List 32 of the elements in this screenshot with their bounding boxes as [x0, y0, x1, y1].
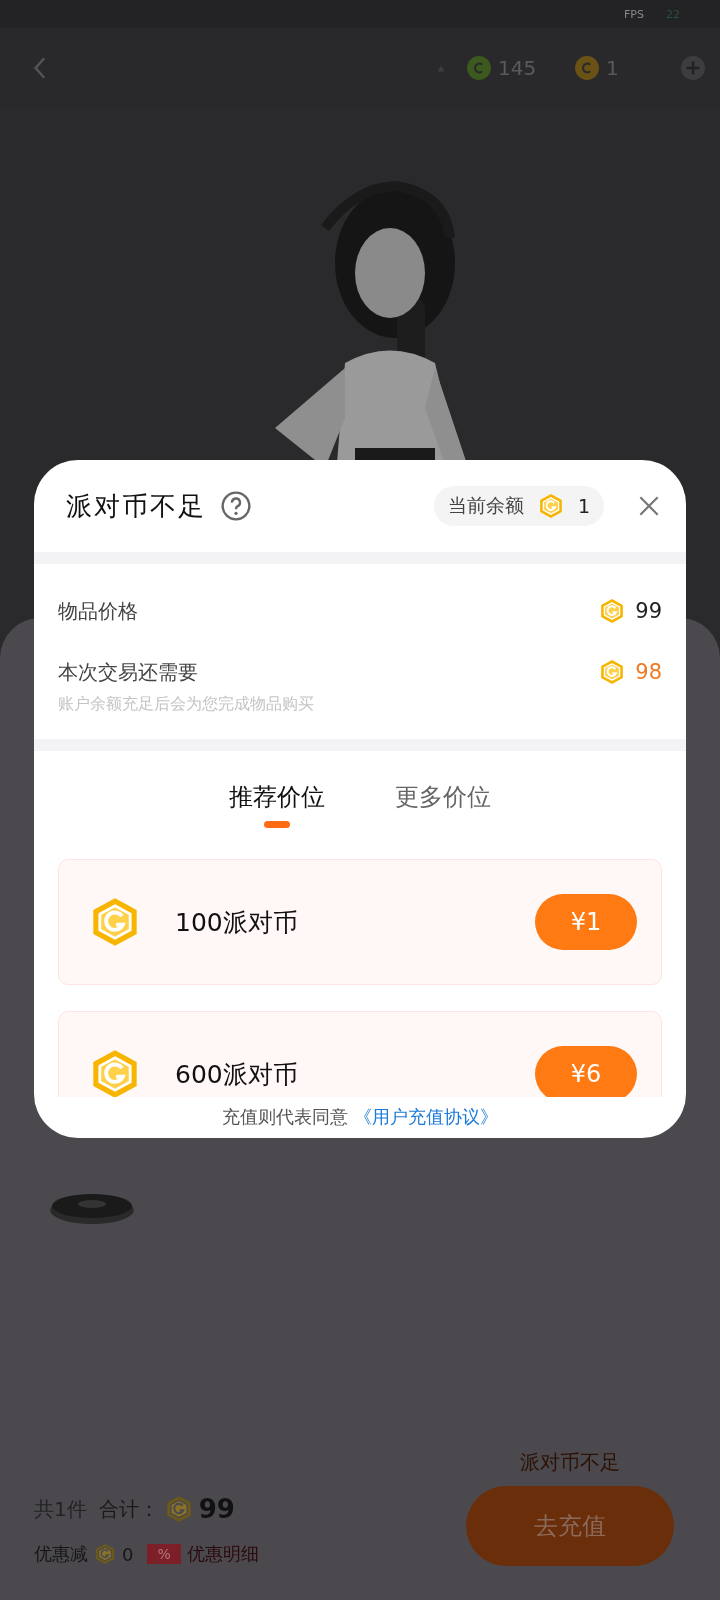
warning-text: 派对币不足	[520, 1449, 620, 1476]
discount-amount: 0	[122, 1543, 134, 1565]
coin-icon	[537, 493, 564, 519]
dialog-title: 派对币不足	[66, 489, 206, 523]
tab[interactable]: 更多价位	[395, 781, 491, 813]
tab-indicator	[264, 821, 290, 828]
coin-icon	[599, 659, 626, 685]
coin-icon	[599, 598, 626, 624]
coin-icon	[574, 55, 600, 81]
balance-label: 当前余额	[447, 493, 524, 518]
agreement-link[interactable]: 《用户充值协议》	[353, 1106, 498, 1127]
fps-label: FPS	[624, 7, 644, 21]
coin-icon	[164, 1495, 193, 1523]
coin-icon	[466, 55, 492, 81]
row-note: 账户余额充足后会为您完成物品购买	[58, 694, 314, 715]
help-icon[interactable]	[220, 490, 252, 522]
row-amount: 99	[635, 599, 662, 623]
package-card[interactable]: 100派对币 ¥1	[58, 859, 662, 985]
agreement-text: 充值则代表同意 《用户充值协议》	[221, 1105, 499, 1129]
balance-amount: 1	[577, 495, 590, 517]
coin-icon	[94, 1543, 116, 1565]
total-amount: 99	[198, 1494, 235, 1524]
package-name: 600派对币	[175, 1058, 298, 1091]
row-label: 本次交易还需要	[58, 659, 199, 686]
price-button[interactable]: ¥1	[535, 894, 637, 950]
package-card[interactable]: 600派对币 ¥6	[58, 1011, 662, 1097]
package-name: 100派对币	[175, 906, 298, 939]
discount-tag: %	[147, 1544, 181, 1564]
price-button[interactable]: ¥6	[535, 1046, 637, 1097]
row-amount: 98	[635, 660, 662, 684]
row-label: 物品价格	[58, 598, 138, 625]
tab[interactable]: 推荐价位	[229, 781, 325, 813]
